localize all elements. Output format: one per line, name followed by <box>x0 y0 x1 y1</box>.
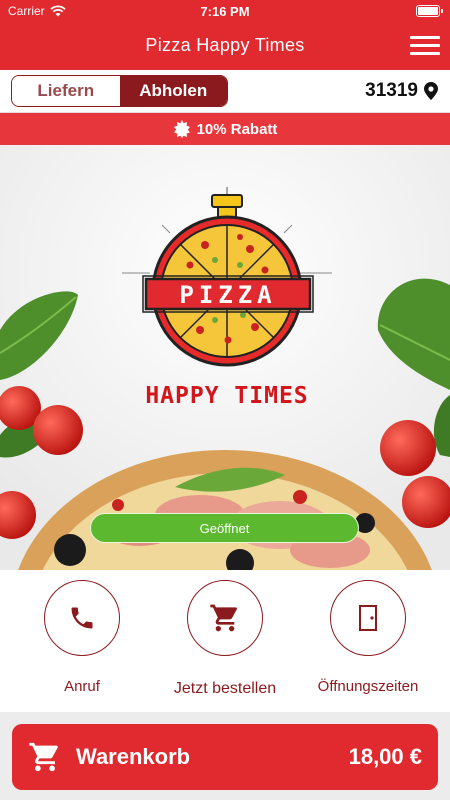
quick-actions: Anruf Jetzt bestellen Öffnungszeiten <box>0 570 450 712</box>
logo-word: PIZZA <box>179 281 277 309</box>
open-status-button[interactable]: Geöffnet <box>90 513 359 543</box>
order-now-button[interactable]: Jetzt bestellen <box>165 580 285 698</box>
cart-total: 18,00 € <box>348 744 422 769</box>
order-label: Jetzt bestellen <box>173 680 277 697</box>
location-pin-icon <box>424 82 438 100</box>
battery-icon <box>416 5 443 17</box>
hours-circle <box>330 580 406 656</box>
phone-icon <box>71 607 93 629</box>
status-bar: Carrier 7:16 PM <box>0 0 450 22</box>
hamburger-menu-icon[interactable] <box>410 36 440 58</box>
pizza-hero-illustration <box>0 145 450 570</box>
status-time: 7:16 PM <box>200 4 250 19</box>
tomato <box>33 405 83 455</box>
deliver-option[interactable]: Liefern <box>12 76 120 106</box>
logo-tagline: HAPPY TIMES <box>145 383 309 409</box>
delivery-mode-toggle: Liefern Abholen <box>11 75 228 107</box>
call-label: Anruf <box>64 678 100 695</box>
zip-selector[interactable]: 31319 <box>365 80 438 102</box>
cart-icon <box>29 742 58 772</box>
pickup-option[interactable]: Abholen <box>119 76 227 106</box>
hero-image: PIZZA HAPPY TIMES Geöffnet <box>0 145 450 570</box>
call-circle <box>44 580 120 656</box>
discount-text: 10% Rabatt <box>196 120 278 138</box>
order-circle <box>187 580 263 656</box>
call-button[interactable]: Anruf <box>22 580 142 695</box>
opening-hours-button[interactable]: Öffnungszeiten <box>308 580 428 695</box>
discount-banner: 10% Rabatt <box>0 113 450 145</box>
tomato <box>380 420 436 476</box>
shopping-cart-icon <box>210 604 238 632</box>
badge-star-icon <box>173 120 190 138</box>
cart-label: Warenkorb <box>76 744 191 769</box>
title-bar: Pizza Happy Times <box>0 30 450 62</box>
zip-code: 31319 <box>365 80 418 101</box>
app-header: Carrier 7:16 PM Pizza Happy Times <box>0 0 450 70</box>
footer: Warenkorb 18,00 € <box>0 712 450 800</box>
cart-button[interactable]: Warenkorb 18,00 € <box>12 724 438 790</box>
mode-bar: Liefern Abholen 31319 <box>0 70 450 113</box>
door-icon <box>359 605 377 631</box>
hours-label: Öffnungszeiten <box>317 678 419 695</box>
page-title: Pizza Happy Times <box>145 35 305 55</box>
